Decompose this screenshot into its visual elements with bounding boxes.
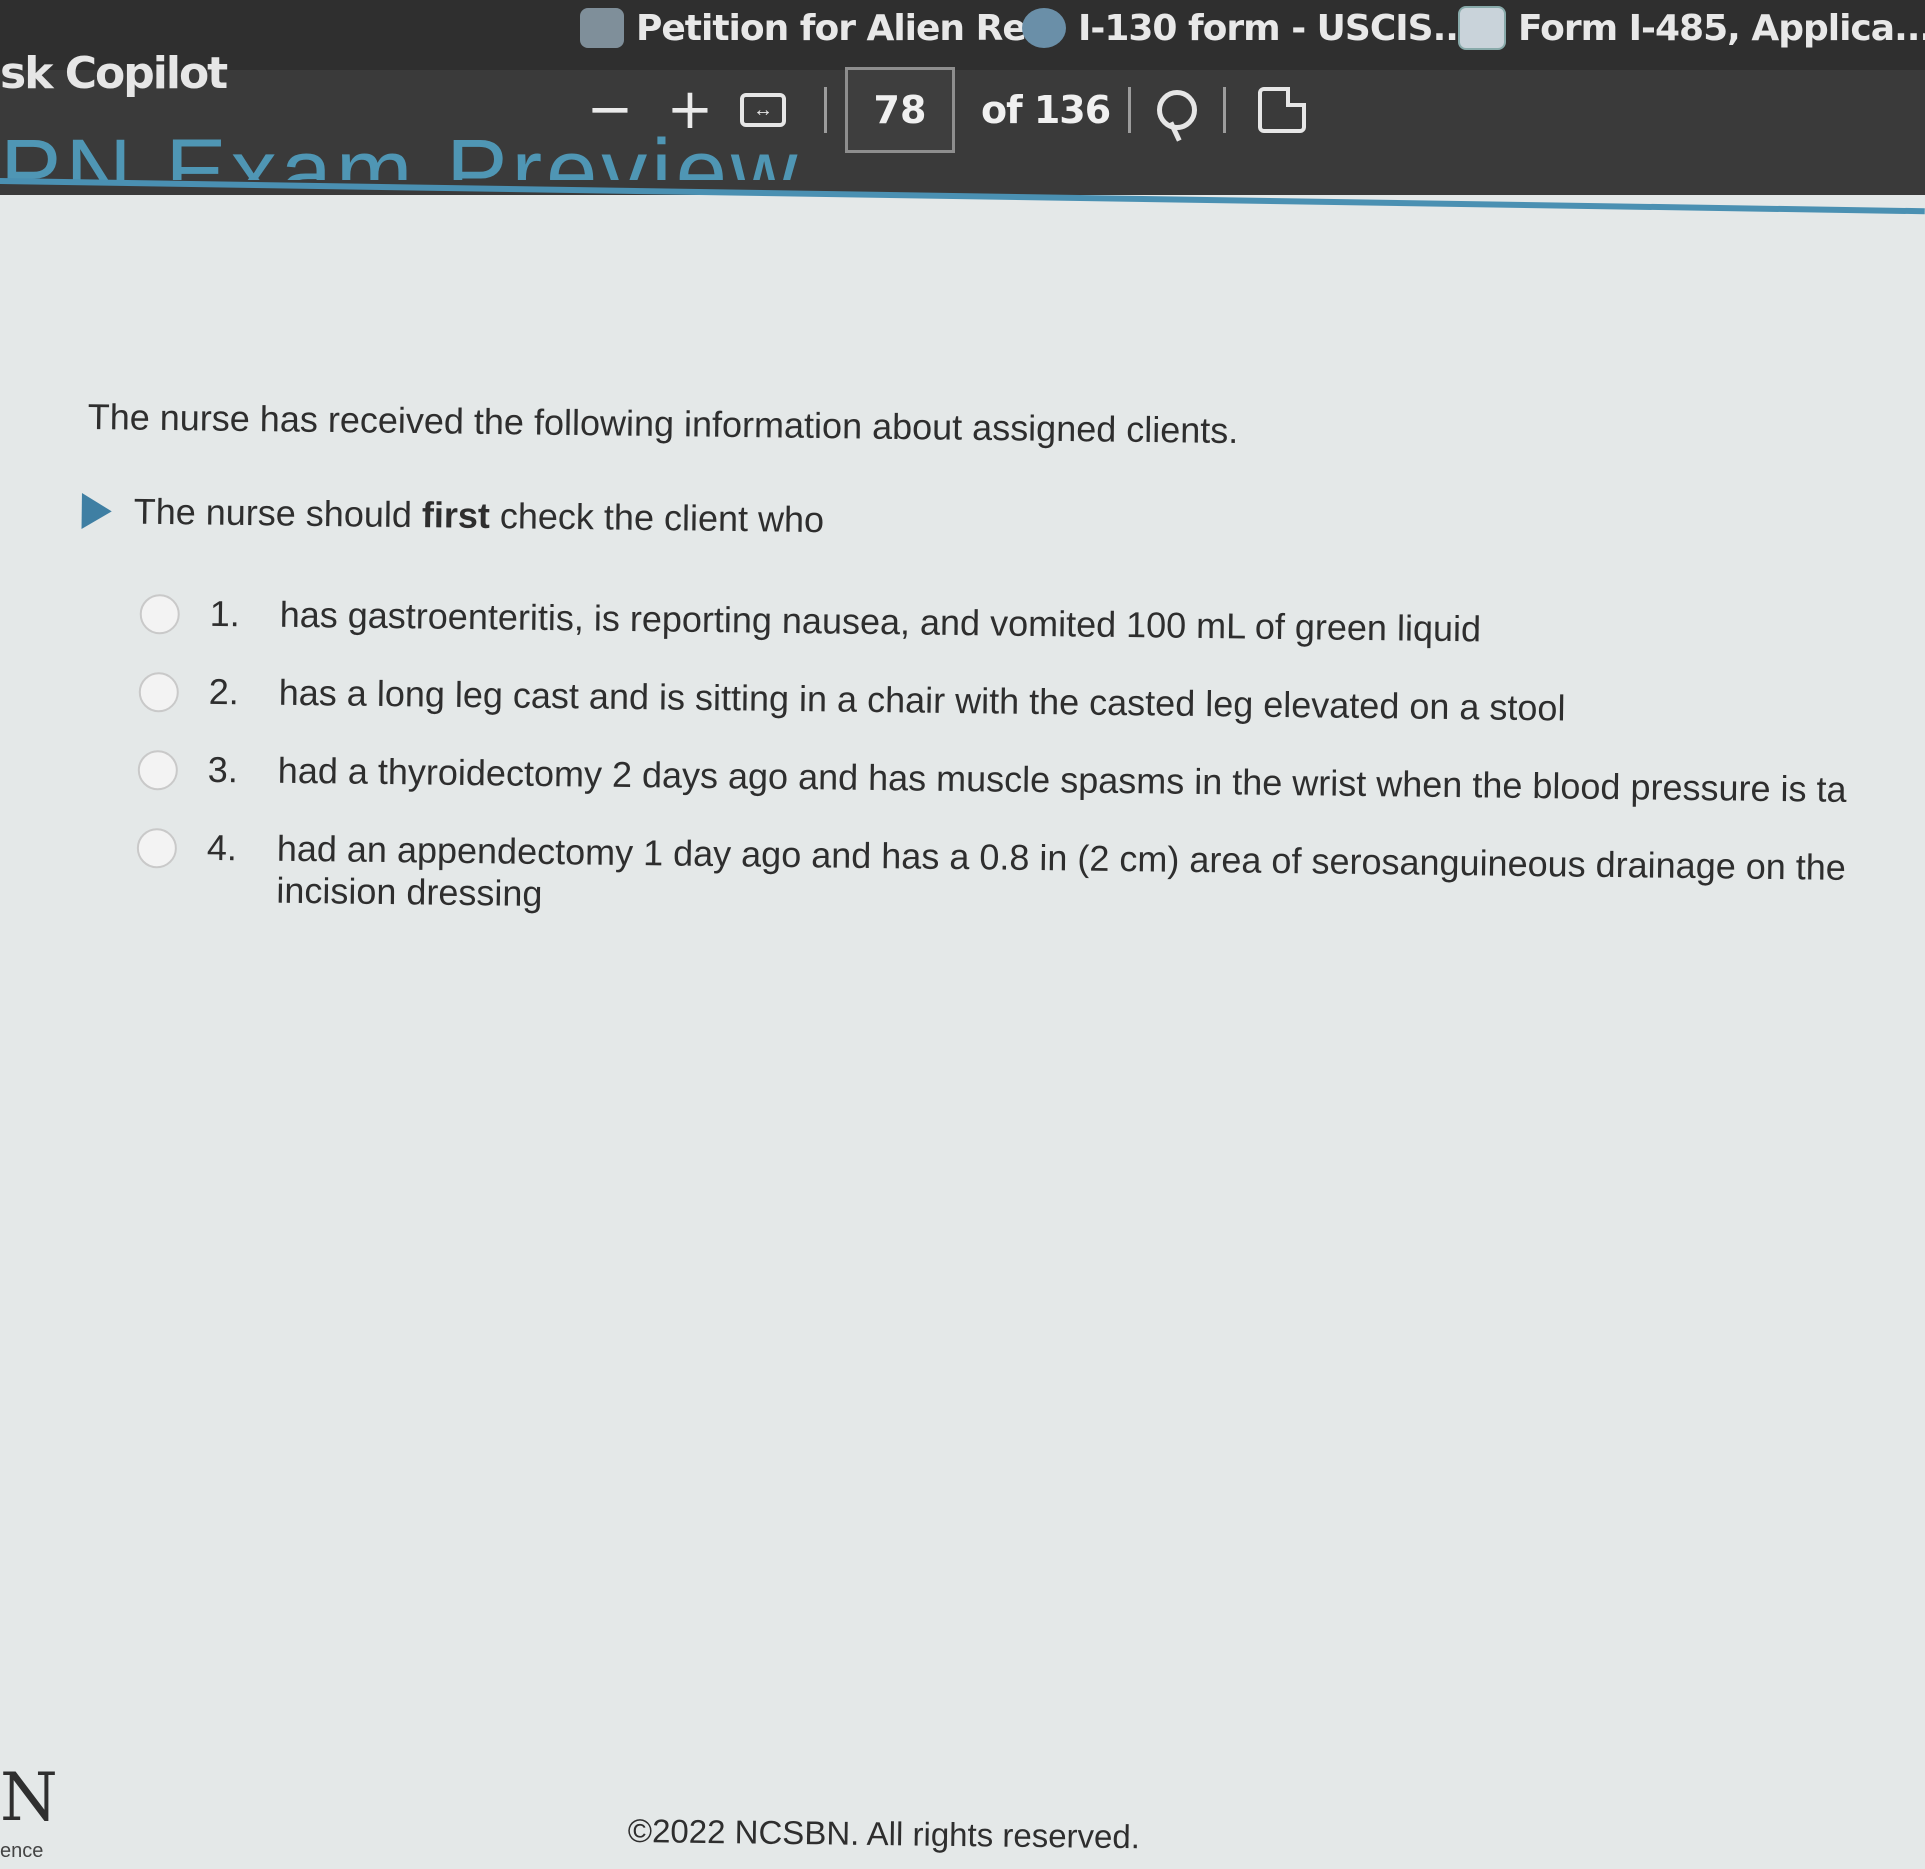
option-text: has a long leg cast and is sitting in a …: [278, 671, 1566, 729]
brand-logo: N: [0, 1759, 58, 1836]
copyright-footer: ©2022 NCSBN. All rights reserved.: [627, 1812, 1141, 1856]
prompt-emphasis: first: [421, 494, 491, 536]
radio-button[interactable]: [137, 749, 179, 791]
arrow-right-icon: [81, 492, 112, 530]
answer-option-3[interactable]: 3. had a thyroidectomy 2 days ago and ha…: [137, 748, 1925, 812]
question-stem: The nurse has received the following inf…: [87, 396, 1239, 452]
question-prompt-row: The nurse should first check the client …: [81, 490, 824, 541]
answer-option-1[interactable]: 1. has gastroenteritis, is reporting nau…: [139, 592, 1925, 656]
option-number: 1.: [209, 592, 241, 635]
option-number: 3.: [207, 748, 239, 791]
prompt-text-before: The nurse should: [133, 490, 423, 536]
radio-button[interactable]: [136, 827, 178, 869]
radio-button[interactable]: [139, 593, 180, 635]
answer-option-2[interactable]: 2. has a long leg cast and is sitting in…: [138, 670, 1925, 734]
question-prompt: The nurse should first check the client …: [133, 491, 824, 541]
brand-wordmark: ence: [0, 1840, 44, 1862]
option-text: had a thyroidectomy 2 days ago and has m…: [277, 749, 1847, 810]
prompt-text-after: check the client who: [489, 494, 825, 541]
question-area: The nurse has received the following inf…: [0, 0, 1925, 1869]
option-text: had an appendectomy 1 day ago and has a …: [276, 827, 1847, 914]
answer-options: 1. has gastroenteritis, is reporting nau…: [136, 592, 1925, 968]
radio-button[interactable]: [138, 671, 180, 713]
answer-option-4[interactable]: 4. had an appendectomy 1 day ago and has…: [136, 826, 1925, 932]
option-text: has gastroenteritis, is reporting nausea…: [279, 593, 1482, 650]
option-number: 2.: [208, 670, 240, 713]
option-number: 4.: [206, 826, 238, 869]
